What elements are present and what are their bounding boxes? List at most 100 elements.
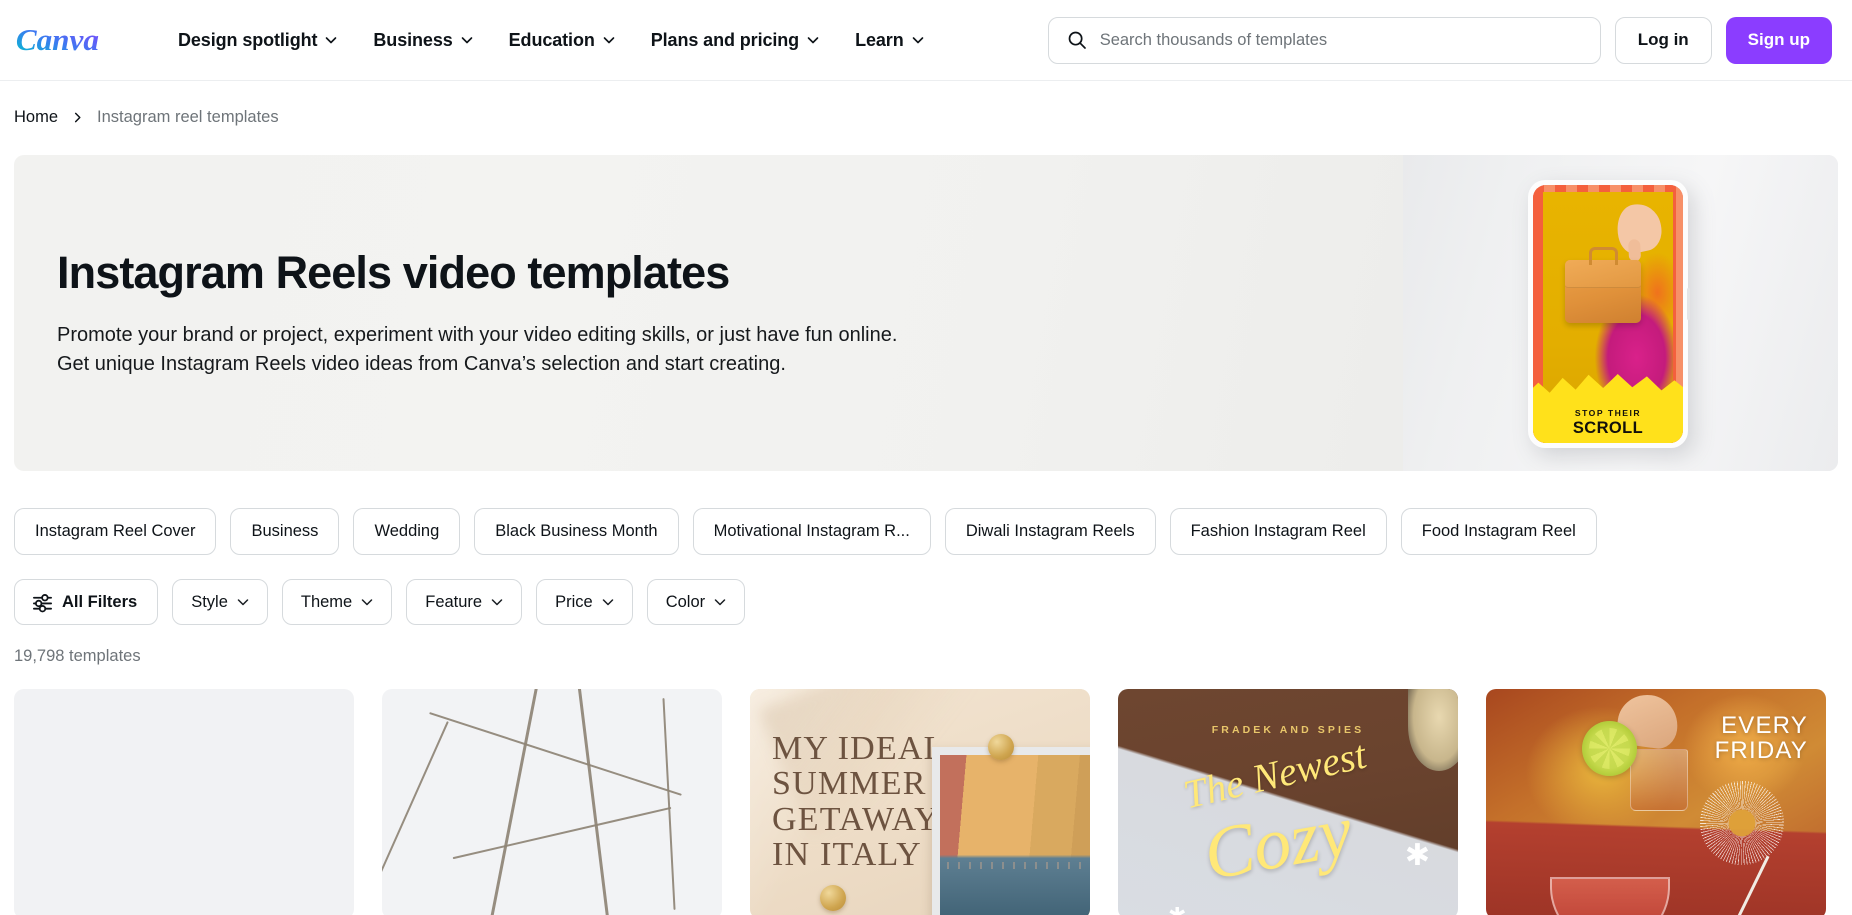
italy-title-line-2: SUMMER (772, 765, 927, 803)
main-nav: Design spotlight Business Education Plan… (160, 20, 942, 61)
filter-label: Price (555, 592, 593, 611)
gold-pin-icon (820, 885, 846, 911)
nav-item-education[interactable]: Education (491, 20, 633, 61)
lime-slice-icon (1582, 721, 1637, 776)
breadcrumb-current: Instagram reel templates (97, 108, 279, 126)
hero-text-block: Instagram Reels video templates Promote … (14, 248, 914, 378)
page-title: Instagram Reels video templates (57, 246, 730, 298)
breadcrumb: Home Instagram reel templates (0, 81, 1852, 127)
overlay-line-2: FRIDAY (1714, 737, 1808, 765)
branch-decoration (452, 806, 672, 859)
nav-item-learn[interactable]: Learn (837, 20, 942, 61)
filter-bar: All Filters Style Theme Feature Price Co… (0, 555, 1852, 625)
nav-label: Design spotlight (178, 29, 318, 50)
template-card-cozy-cafe[interactable]: FRADEK AND SPIES The Newest Cozy ✱ ✱ (1118, 689, 1458, 915)
cozy-kicker-text: FRADEK AND SPIES (1211, 724, 1365, 736)
chip-wedding[interactable]: Wedding (353, 508, 461, 555)
canva-logo[interactable]: Canva (14, 18, 124, 62)
italy-photo-frame (932, 747, 1090, 915)
nav-item-plans-and-pricing[interactable]: Plans and pricing (633, 20, 837, 61)
filter-label: Theme (300, 592, 353, 611)
hero-banner: Instagram Reels video templates Promote … (14, 155, 1838, 471)
nav-label: Learn (855, 29, 904, 50)
filter-feature-dropdown[interactable]: Feature (406, 579, 523, 625)
chip-instagram-reel-cover[interactable]: Instagram Reel Cover (14, 508, 217, 555)
filter-price-dropdown[interactable]: Price (536, 579, 633, 625)
chip-diwali-instagram-reels[interactable]: Diwali Instagram Reels (944, 508, 1156, 555)
sunburst-decoration (1700, 781, 1784, 865)
chevron-down-icon (714, 599, 726, 606)
template-card-blank-placeholder[interactable] (14, 689, 354, 915)
nav-label: Education (508, 29, 595, 50)
filter-label: Feature (425, 592, 483, 611)
nav-item-design-spotlight[interactable]: Design spotlight (160, 20, 355, 61)
nav-label: Plans and pricing (650, 29, 800, 50)
site-header: Canva Design spotlight Business Educatio… (0, 0, 1852, 81)
chevron-right-icon (74, 112, 81, 123)
search-box[interactable] (1047, 16, 1601, 64)
chip-black-business-month[interactable]: Black Business Month (474, 508, 679, 555)
chip-food-instagram-reel[interactable]: Food Instagram Reel (1400, 508, 1597, 555)
chevron-down-icon (326, 37, 337, 44)
hero-artwork: STOP THEIR SCROLL (1403, 155, 1838, 471)
branch-decoration (575, 689, 613, 915)
template-card-every-friday-cocktail[interactable]: EVERY FRIDAY (1486, 689, 1826, 915)
chevron-down-icon (602, 599, 613, 606)
signup-button[interactable]: Sign up (1725, 16, 1832, 64)
chevron-down-icon (912, 37, 923, 44)
chevron-down-icon (603, 37, 615, 44)
all-filters-button[interactable]: All Filters (14, 579, 159, 625)
chevron-down-icon (461, 37, 472, 44)
cocktail-glass-illustration (1630, 749, 1688, 811)
branch-decoration (382, 721, 450, 915)
italy-title-line-4: IN ITALY (772, 836, 922, 874)
italy-canal-photo (940, 755, 1090, 915)
sliders-icon (33, 593, 52, 612)
search-input[interactable] (1099, 30, 1582, 50)
sparkle-icon: ✱ (1404, 839, 1430, 872)
all-filters-label: All Filters (62, 592, 138, 611)
template-card-autumn-forest[interactable] (382, 689, 722, 915)
chevron-down-icon (237, 599, 249, 606)
phone-mockup-icon: STOP THEIR SCROLL (1528, 180, 1690, 448)
filter-style-dropdown[interactable]: Style (172, 579, 268, 625)
nav-item-business[interactable]: Business (355, 20, 490, 61)
results-count: 19,798 templates (14, 647, 141, 665)
branch-decoration (662, 698, 676, 910)
template-card-italy-summer-getaway[interactable]: MY IDEAL SUMMER GETAWAY IN ITALY (750, 689, 1090, 915)
burst-main-text: SCROLL (1572, 419, 1644, 437)
filter-label: Style (191, 592, 228, 611)
cocktail-overlay-text: EVERY FRIDAY (1715, 713, 1808, 764)
branch-decoration (428, 712, 682, 797)
branch-decoration (485, 689, 540, 915)
chip-motivational-instagram-reels[interactable]: Motivational Instagram R... (692, 508, 931, 555)
italy-title-line-3: GETAWAY (772, 800, 940, 838)
header-actions: Log in Sign up (1047, 16, 1832, 64)
sparkle-icon: ✱ (1168, 905, 1186, 915)
login-button[interactable]: Log in (1614, 16, 1712, 64)
phone-screen: STOP THEIR SCROLL (1533, 185, 1683, 443)
italy-title-line-1: MY IDEAL (772, 730, 946, 767)
nav-label: Business (373, 29, 453, 50)
filter-color-dropdown[interactable]: Color (646, 579, 746, 625)
chip-fashion-instagram-reel[interactable]: Fashion Instagram Reel (1169, 508, 1387, 555)
search-icon (1068, 31, 1086, 49)
italy-title: MY IDEAL SUMMER GETAWAY IN ITALY (772, 730, 946, 874)
handbag-illustration (1565, 247, 1641, 323)
svg-text:Canva: Canva (16, 22, 99, 57)
coupe-glass-illustration (1550, 877, 1670, 915)
hero-description: Promote your brand or project, experimen… (57, 324, 898, 375)
template-grid: MY IDEAL SUMMER GETAWAY IN ITALY FRADEK … (0, 666, 1852, 915)
breadcrumb-home-link[interactable]: Home (14, 108, 58, 127)
chevron-down-icon (491, 599, 503, 606)
gold-pin-icon (988, 734, 1014, 760)
filter-label: Color (665, 592, 706, 611)
hand-illustration (1612, 199, 1666, 257)
category-chip-row: Instagram Reel Cover Business Wedding Bl… (0, 471, 1852, 555)
burst-top-text: STOP THEIR (1574, 408, 1642, 418)
chevron-down-icon (361, 599, 373, 606)
overlay-line-1: EVERY (1721, 712, 1808, 739)
filter-theme-dropdown[interactable]: Theme (281, 579, 393, 625)
chevron-down-icon (807, 37, 819, 44)
chip-business[interactable]: Business (230, 508, 340, 555)
